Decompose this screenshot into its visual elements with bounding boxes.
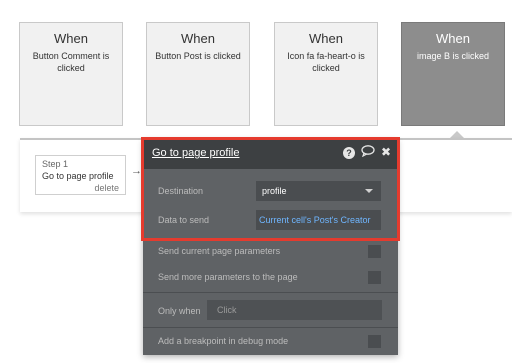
- divider: [143, 327, 398, 328]
- debug-breakpoint-checkbox[interactable]: [368, 335, 381, 348]
- send-more-params-label: Send more parameters to the page: [158, 272, 298, 282]
- only-when-label: Only when: [158, 306, 201, 316]
- step-delete-link[interactable]: delete: [94, 183, 119, 193]
- divider: [143, 292, 398, 293]
- event-description: image B is clicked: [416, 51, 490, 61]
- event-when-label: When: [181, 31, 215, 46]
- event-description: Icon fa fa-heart-o is clicked: [287, 51, 365, 73]
- selected-event-pointer: [450, 131, 464, 138]
- event-when-label: When: [54, 31, 88, 46]
- highlight-annotation: [141, 137, 400, 241]
- event-when-label: When: [436, 31, 470, 46]
- event-card-button-comment[interactable]: When Button Comment is clicked: [19, 22, 123, 126]
- debug-breakpoint-label: Add a breakpoint in debug mode: [158, 336, 289, 346]
- event-when-label: When: [309, 31, 343, 46]
- event-card-button-post[interactable]: When Button Post is clicked: [146, 22, 250, 126]
- only-when-condition-input[interactable]: [207, 300, 382, 320]
- step-number: Step 1: [42, 159, 69, 169]
- event-description: Button Comment is clicked: [32, 51, 110, 73]
- send-current-params-checkbox[interactable]: [368, 245, 381, 258]
- send-current-params-label: Send current page parameters: [158, 246, 281, 256]
- send-more-params-checkbox[interactable]: [368, 271, 381, 284]
- event-card-image-b[interactable]: When image B is clicked: [401, 22, 505, 126]
- event-description: Button Post is clicked: [155, 51, 241, 61]
- step-action-name: Go to page profile: [42, 171, 114, 181]
- event-card-icon-heart[interactable]: When Icon fa fa-heart-o is clicked: [274, 22, 378, 126]
- step-card[interactable]: Step 1 Go to page profile delete: [35, 155, 126, 195]
